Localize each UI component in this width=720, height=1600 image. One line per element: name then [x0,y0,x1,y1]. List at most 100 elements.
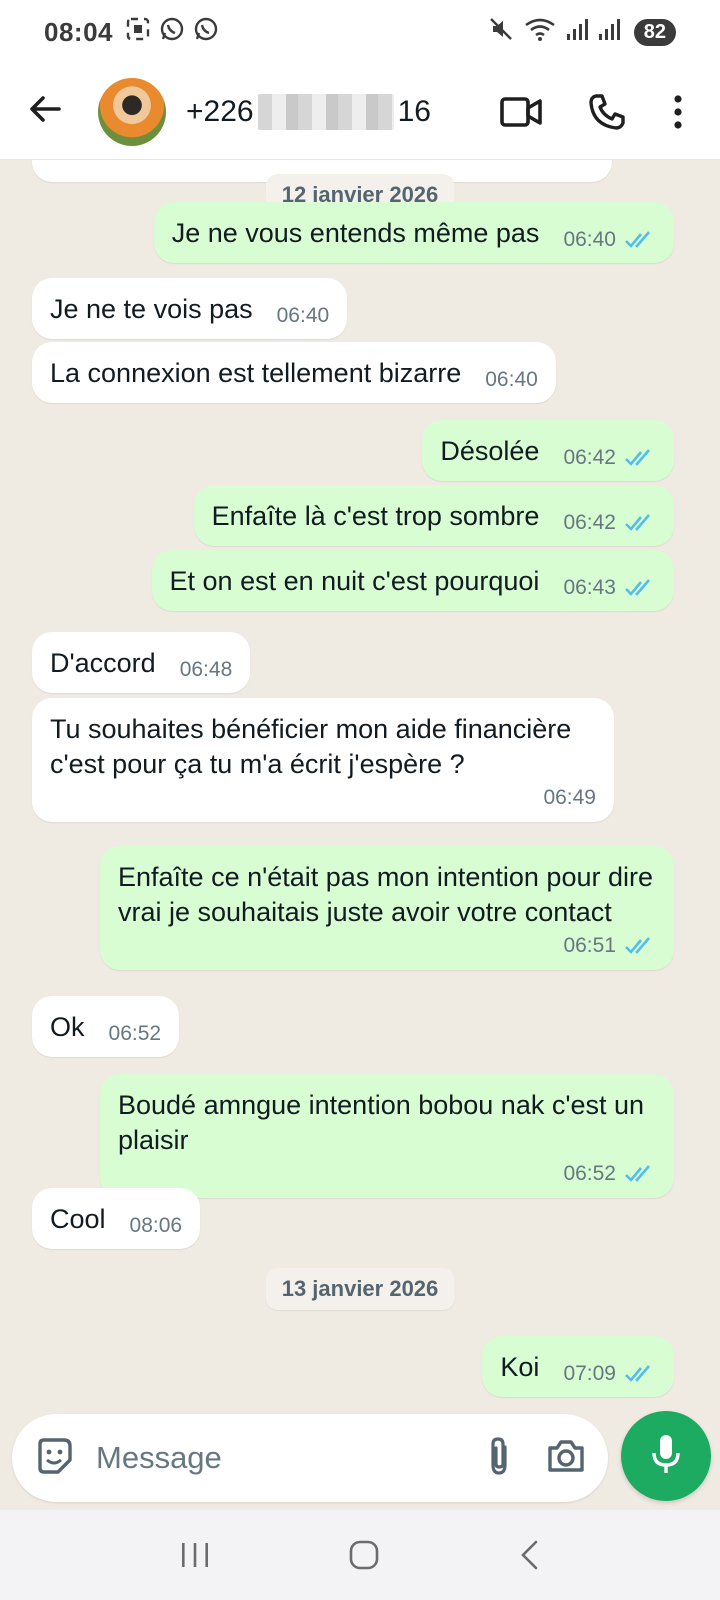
read-ticks-icon [624,448,656,468]
message-meta: 06:42 [563,511,656,535]
message-time: 06:43 [563,576,616,599]
status-time: 08:04 [44,16,113,47]
message-meta: 06:48 [180,658,233,682]
message-time: 06:52 [108,1022,162,1045]
message-text: Boudé amngue intention bobou nak c'est u… [118,1090,652,1155]
message-bubble-incoming[interactable]: Ok 06:52 [32,996,180,1057]
read-ticks-icon [624,1364,656,1384]
battery-level: 82 [633,18,676,46]
message-bubble-incoming[interactable]: Tu souhaites bénéficier mon aide financi… [32,698,614,822]
message-bubble-outgoing[interactable]: Et on est en nuit c'est pourquoi 06:43 [151,550,674,611]
attach-button[interactable] [484,1435,514,1482]
contact-number-prefix: +226 [186,94,254,128]
message-meta: 06:52 [109,1022,162,1046]
message-bubble-outgoing[interactable]: Désolée 06:42 [422,420,674,481]
nav-back-icon [517,1539,541,1571]
more-options-button[interactable] [672,94,684,130]
message-text: Je ne vous entends même pas [171,218,540,248]
mic-icon [649,1433,683,1480]
screenshot-icon [125,16,151,49]
signal-icon [598,16,620,49]
message-time: 06:49 [543,786,596,809]
chat-area[interactable]: 12 janvier 2026 Je ne vous entends même … [0,160,720,1400]
message-time: 08:06 [129,1214,183,1237]
back-button[interactable] [0,64,90,160]
sticker-button[interactable] [34,1436,74,1481]
wifi-icon [524,16,556,49]
message-time: 07:09 [563,1362,616,1385]
message-bubble-incoming[interactable]: Cool 08:06 [32,1188,201,1249]
more-vert-icon [672,94,684,130]
message-composer: Message [12,1414,608,1502]
contact-number-suffix: 16 [397,94,431,128]
read-ticks-icon [624,936,656,956]
message-meta: 06:40 [277,304,330,328]
message-time: 06:48 [179,658,233,681]
message-meta: 06:40 [485,368,538,392]
date-separator: 13 janvier 2026 [265,1268,455,1310]
video-call-button[interactable] [500,95,542,129]
message-bubble-incoming[interactable]: Je ne te vois pas 06:40 [32,278,348,339]
message-bubble-outgoing[interactable]: Je ne vous entends même pas 06:40 [153,202,674,263]
message-input[interactable]: Message [96,1440,452,1476]
attach-icon [484,1435,514,1482]
message-time: 06:40 [276,304,330,327]
message-bubble-outgoing[interactable]: Boudé amngue intention bobou nak c'est u… [100,1074,674,1198]
contact-name[interactable]: +226 16 [186,93,431,130]
nav-back-button[interactable] [517,1539,541,1571]
message-bubble-outgoing[interactable]: Koi 07:09 [482,1336,674,1397]
status-left-icons [125,16,219,49]
home-button[interactable] [348,1539,380,1571]
header-actions [500,93,720,131]
message-text: Désolée [440,436,540,466]
message-time: 06:52 [563,1162,616,1185]
message-bubble-incoming[interactable]: D'accord 06:48 [32,632,251,693]
message-text: La connexion est tellement bizarre [50,358,462,388]
message-text: Enfaîte là c'est trop sombre [211,501,540,531]
home-icon [348,1539,380,1571]
status-right-icons: 82 [488,16,676,49]
message-text: Je ne te vois pas [50,294,253,324]
message-bubble-outgoing[interactable]: Enfaîte ce n'était pas mon intention pou… [100,846,674,970]
message-bubble-incoming[interactable]: La connexion est tellement bizarre 06:40 [32,342,556,403]
message-meta: 06:40 [563,228,656,252]
message-text: Ok [50,1012,85,1042]
signal-icon [566,16,588,49]
recent-apps-icon [179,1540,211,1570]
message-meta: 06:42 [563,446,656,470]
sticker-icon [34,1437,74,1480]
system-nav-bar [0,1510,720,1600]
voice-call-button[interactable] [588,93,626,131]
message-time: 06:51 [563,934,616,957]
redacted-number [257,93,394,130]
whatsapp-icon [193,16,219,49]
message-bubble-outgoing[interactable]: Enfaîte là c'est trop sombre 06:42 [193,485,674,546]
message-time: 06:40 [563,228,616,251]
message-meta: 08:06 [130,1214,183,1238]
back-arrow-icon [27,91,63,132]
video-call-icon [500,95,542,129]
message-time: 06:40 [485,368,538,391]
status-bar: 08:04 82 [0,0,720,64]
message-text: Et on est en nuit c'est pourquoi [169,566,540,596]
message-meta: 06:52 [118,1162,656,1186]
message-meta: 06:51 [118,934,656,958]
read-ticks-icon [624,578,656,598]
message-meta: 07:09 [563,1362,656,1386]
recent-apps-button[interactable] [179,1540,211,1570]
whatsapp-icon [159,16,185,49]
message-meta: 06:43 [563,576,656,600]
message-time: 06:42 [563,511,616,534]
chat-header: +226 16 [0,64,720,160]
camera-button[interactable] [546,1438,586,1479]
read-ticks-icon [624,513,656,533]
read-ticks-icon [624,230,656,250]
mute-icon [488,16,514,49]
avatar[interactable] [98,77,166,146]
message-text: D'accord [50,648,156,678]
voice-message-button[interactable] [621,1411,711,1501]
camera-icon [546,1438,586,1479]
message-time: 06:42 [563,446,616,469]
message-text: Koi [500,1352,540,1382]
message-meta: 06:49 [50,786,596,810]
